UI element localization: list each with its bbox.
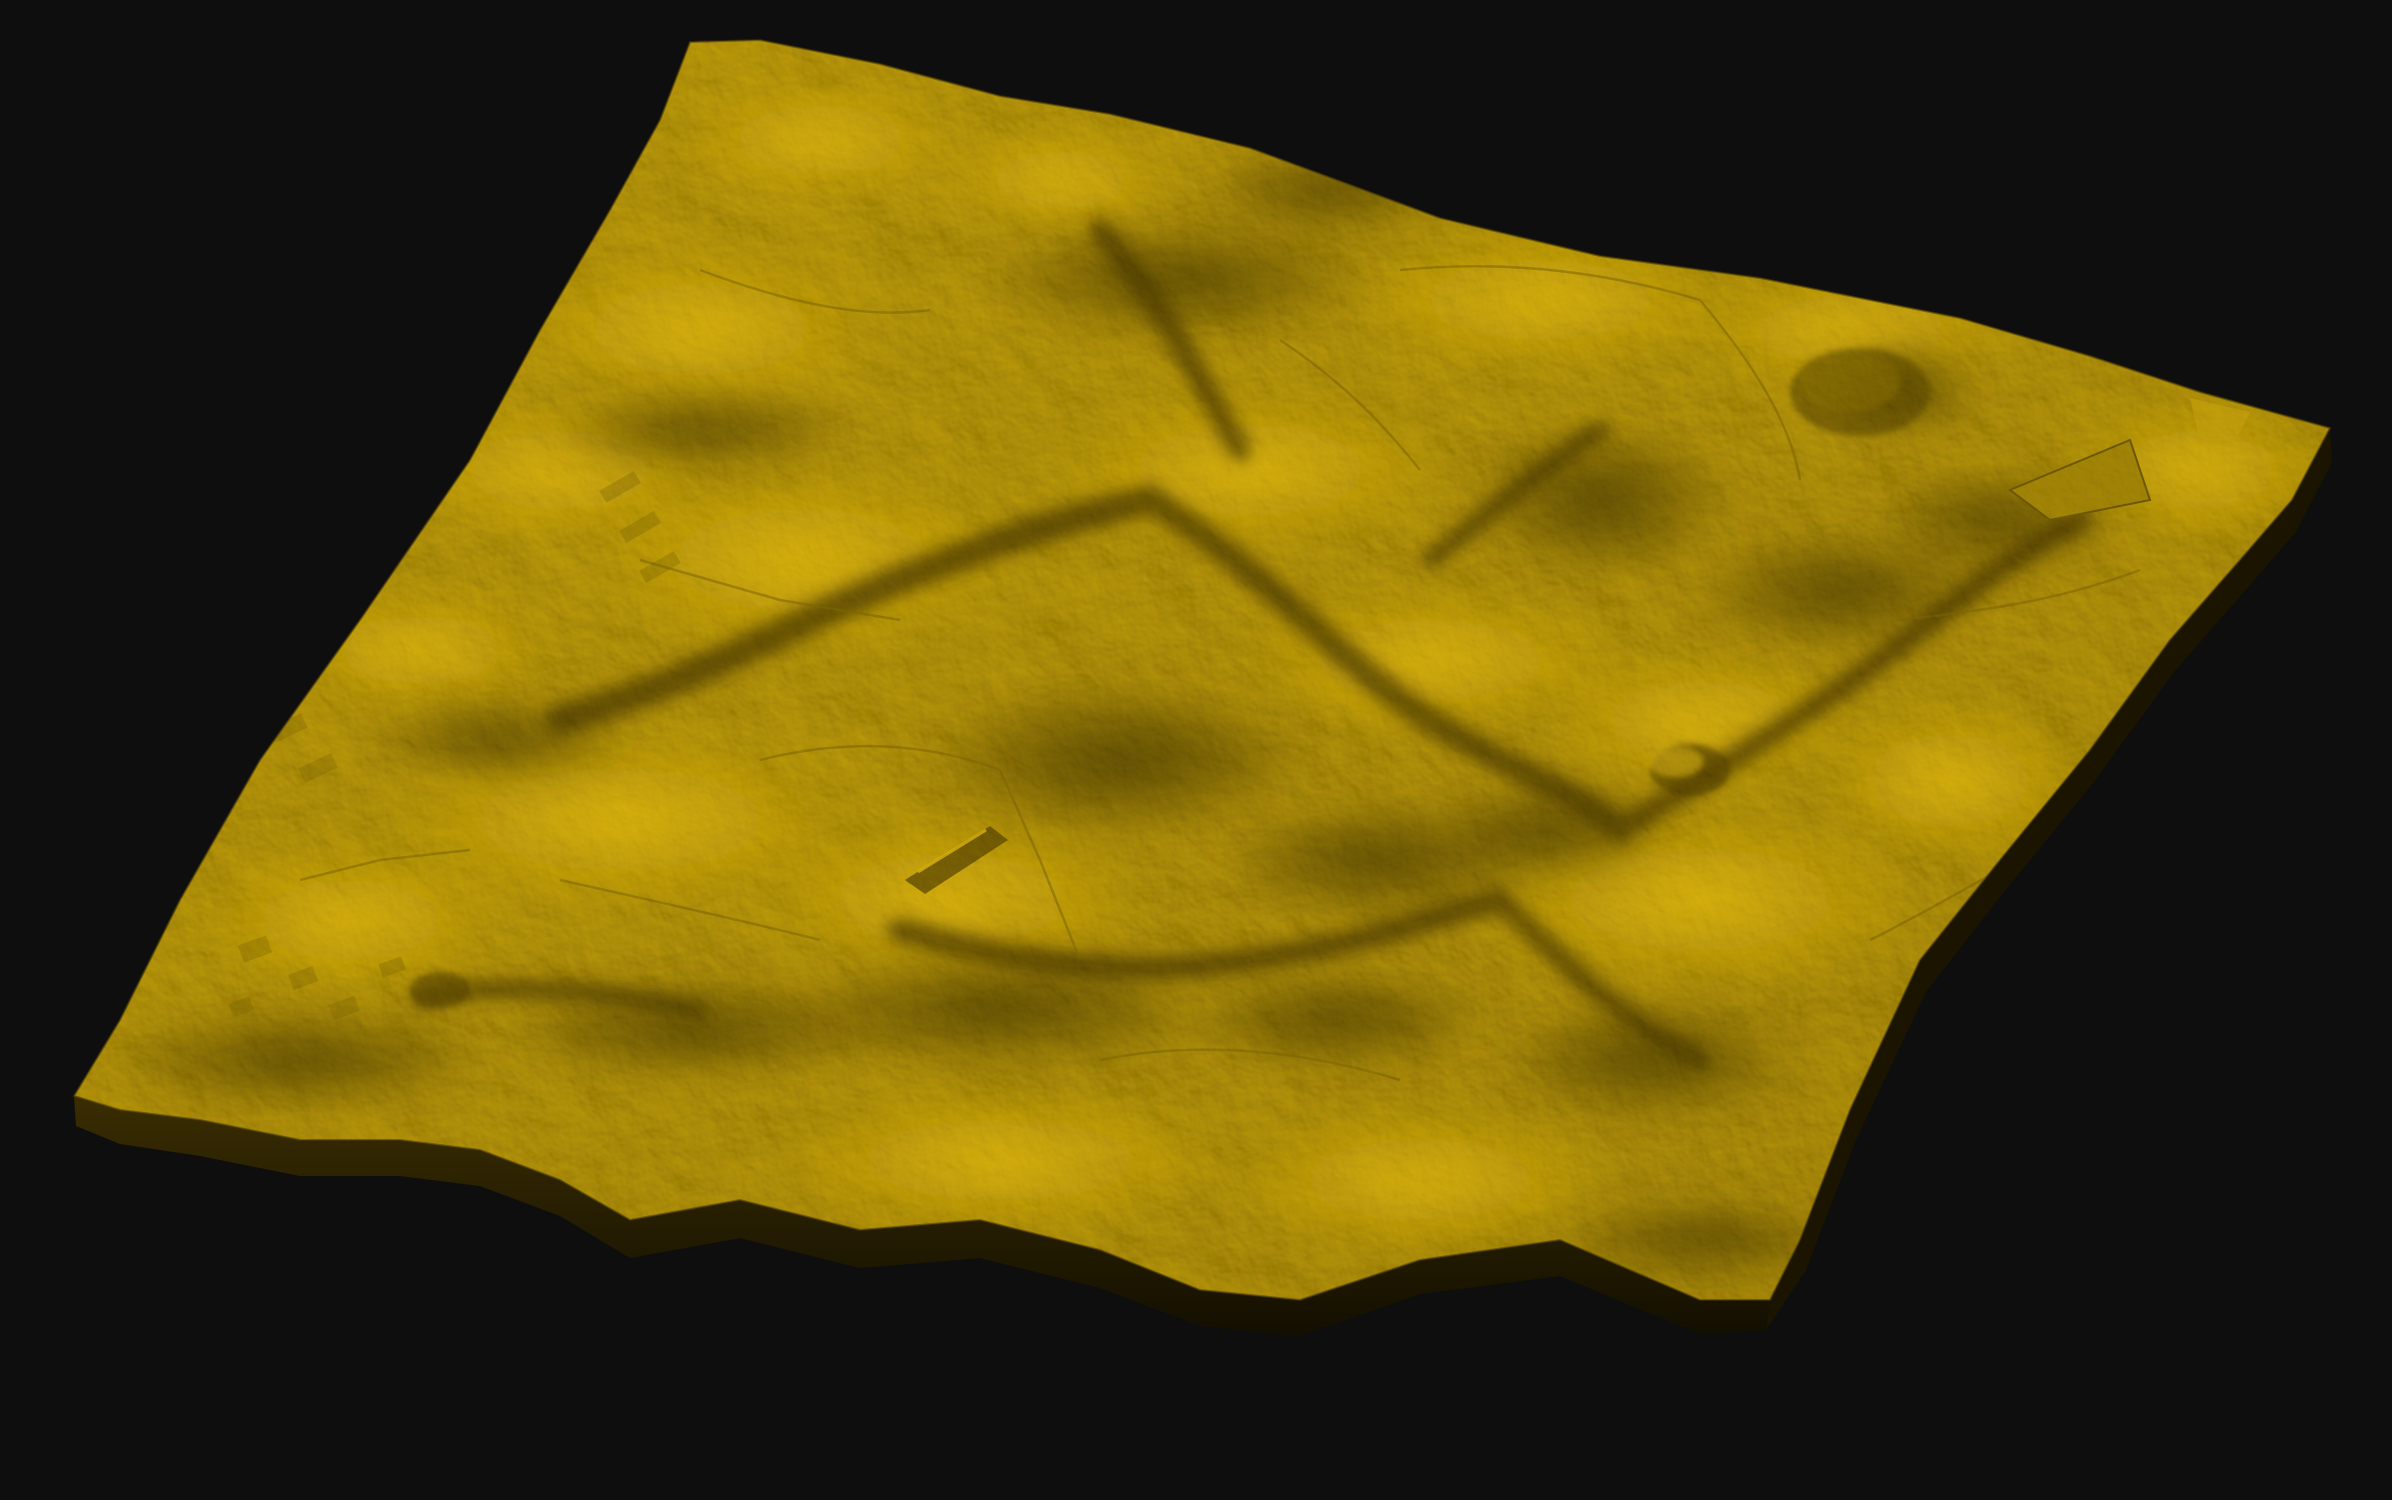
terrain-scene <box>0 0 2392 1500</box>
